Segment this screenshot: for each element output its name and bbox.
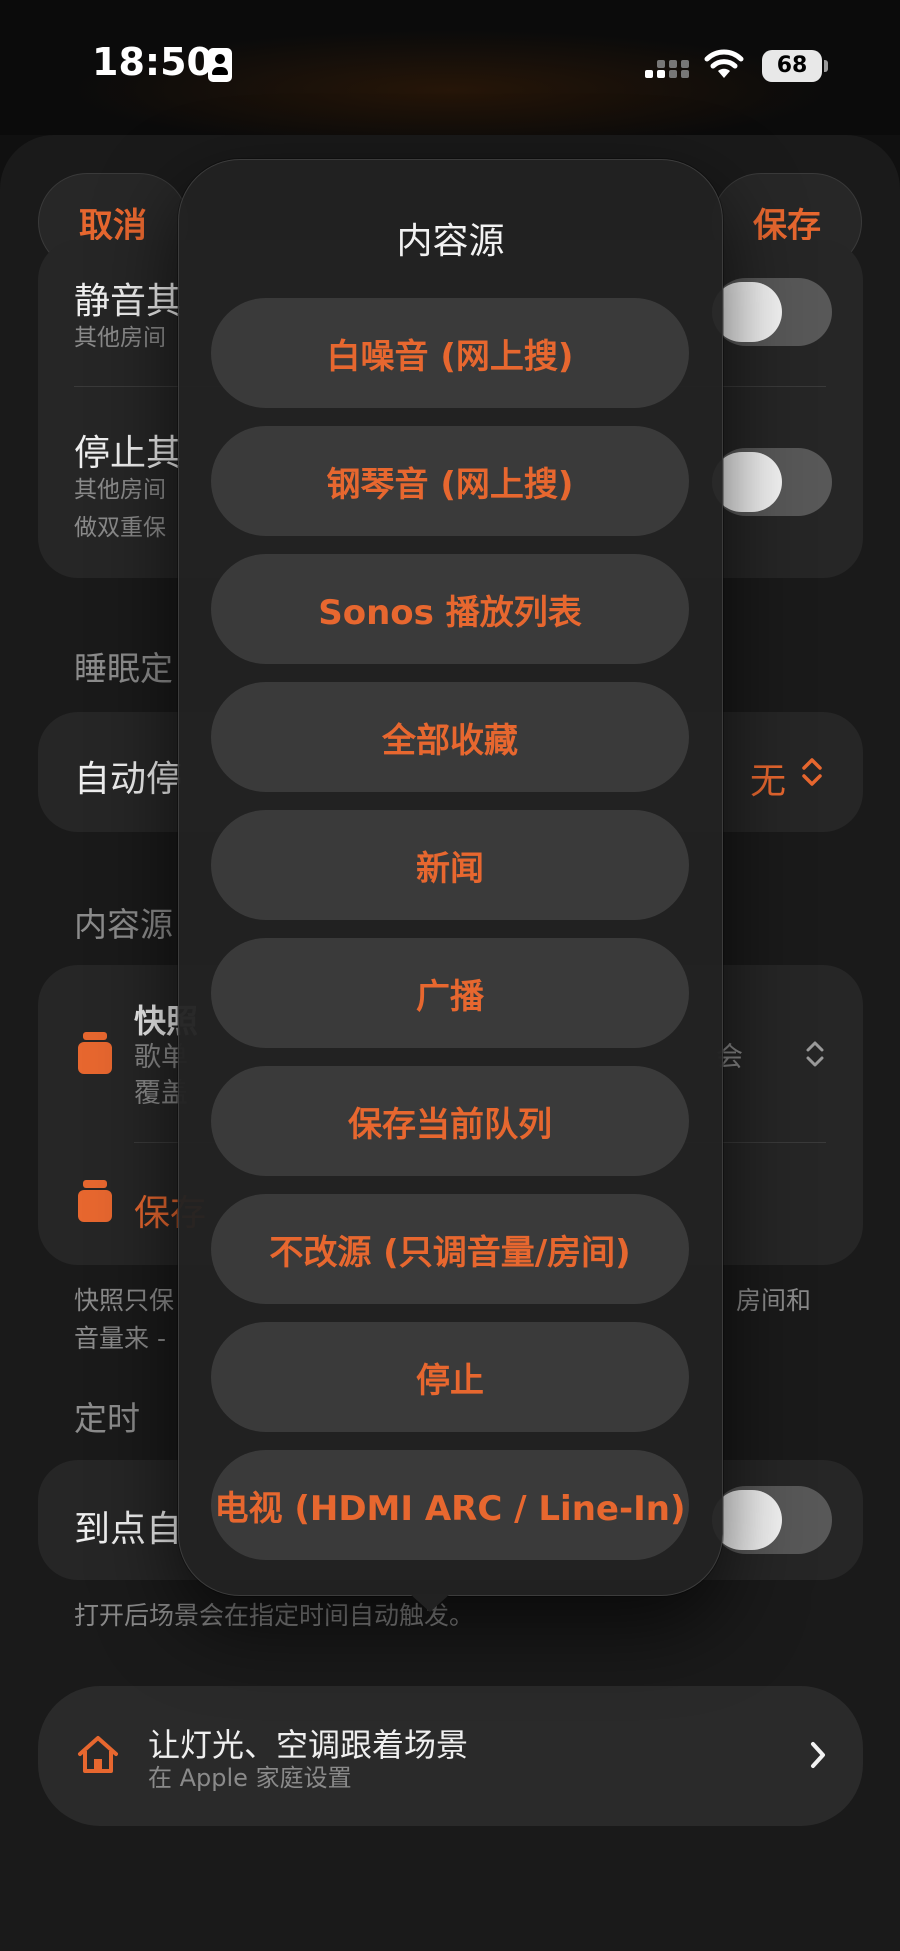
menu-item-stop[interactable]: 停止 — [211, 1322, 689, 1432]
battery-level: 68 — [776, 53, 808, 78]
content-source-menu: 内容源 白噪音 (网上搜) 钢琴音 (网上搜) Sonos 播放列表 全部收藏 … — [178, 159, 723, 1596]
timer-row-title: 到点自 — [74, 1509, 183, 1550]
mute-row-title: 静音其 — [74, 281, 183, 322]
timer-section-title: 定时 — [74, 1399, 140, 1438]
battery-nub — [824, 60, 828, 72]
mute-toggle[interactable] — [712, 278, 832, 346]
menu-item-news[interactable]: 新闻 — [211, 810, 689, 920]
wifi-icon — [704, 49, 744, 78]
menu-item-save-queue[interactable]: 保存当前队列 — [211, 1066, 689, 1176]
menu-item-piano[interactable]: 钢琴音 (网上搜) — [211, 426, 689, 536]
home-card-subtitle: 在 Apple 家庭设置 — [148, 1764, 352, 1792]
stop-row-subtitle-2: 做双重保 — [74, 515, 166, 541]
chevron-updown-icon[interactable] — [804, 1038, 826, 1070]
stop-row-subtitle-1: 其他房间 — [74, 477, 166, 503]
snapshot-note-2: 音量来 - — [74, 1324, 166, 1353]
cellular-icon — [645, 60, 691, 84]
mute-row-subtitle: 其他房间 — [74, 325, 166, 351]
id-card-icon — [208, 48, 232, 82]
page: 18:50 68 取消 保存 静音其 其他房间 停止其 其他房间 做双重保 睡眠… — [0, 0, 900, 1951]
menu-item-radio[interactable]: 广播 — [211, 938, 689, 1048]
jar-icon — [78, 1032, 112, 1074]
menu-item-sonos-playlist[interactable]: Sonos 播放列表 — [211, 554, 689, 664]
status-time: 18:50 — [92, 40, 213, 84]
auto-stop-value: 无 — [750, 761, 787, 802]
chevron-right-icon — [811, 1742, 825, 1768]
snapshot-note-1-right: 房间和 — [736, 1286, 812, 1315]
jar-icon — [78, 1180, 112, 1222]
stop-others-toggle[interactable] — [712, 448, 832, 516]
content-source-section-title: 内容源 — [74, 905, 173, 944]
menu-title: 内容源 — [396, 221, 505, 262]
auto-stop-title: 自动停 — [74, 759, 183, 800]
menu-pointer — [410, 1594, 450, 1612]
sleep-section-title: 睡眠定 — [74, 649, 173, 688]
stop-row-title: 停止其 — [74, 433, 183, 474]
status-bar: 18:50 68 — [0, 0, 900, 150]
menu-item-keep-source[interactable]: 不改源 (只调音量/房间) — [211, 1194, 689, 1304]
battery-icon: 68 — [762, 50, 822, 82]
home-icon — [78, 1736, 118, 1773]
menu-item-all-favorites[interactable]: 全部收藏 — [211, 682, 689, 792]
timer-toggle[interactable] — [712, 1486, 832, 1554]
menu-item-white-noise[interactable]: 白噪音 (网上搜) — [211, 298, 689, 408]
snapshot-note-1: 快照只保 — [74, 1286, 175, 1315]
menu-item-tv[interactable]: 电视 (HDMI ARC / Line-In) — [211, 1450, 689, 1560]
chevron-updown-icon — [802, 758, 822, 786]
